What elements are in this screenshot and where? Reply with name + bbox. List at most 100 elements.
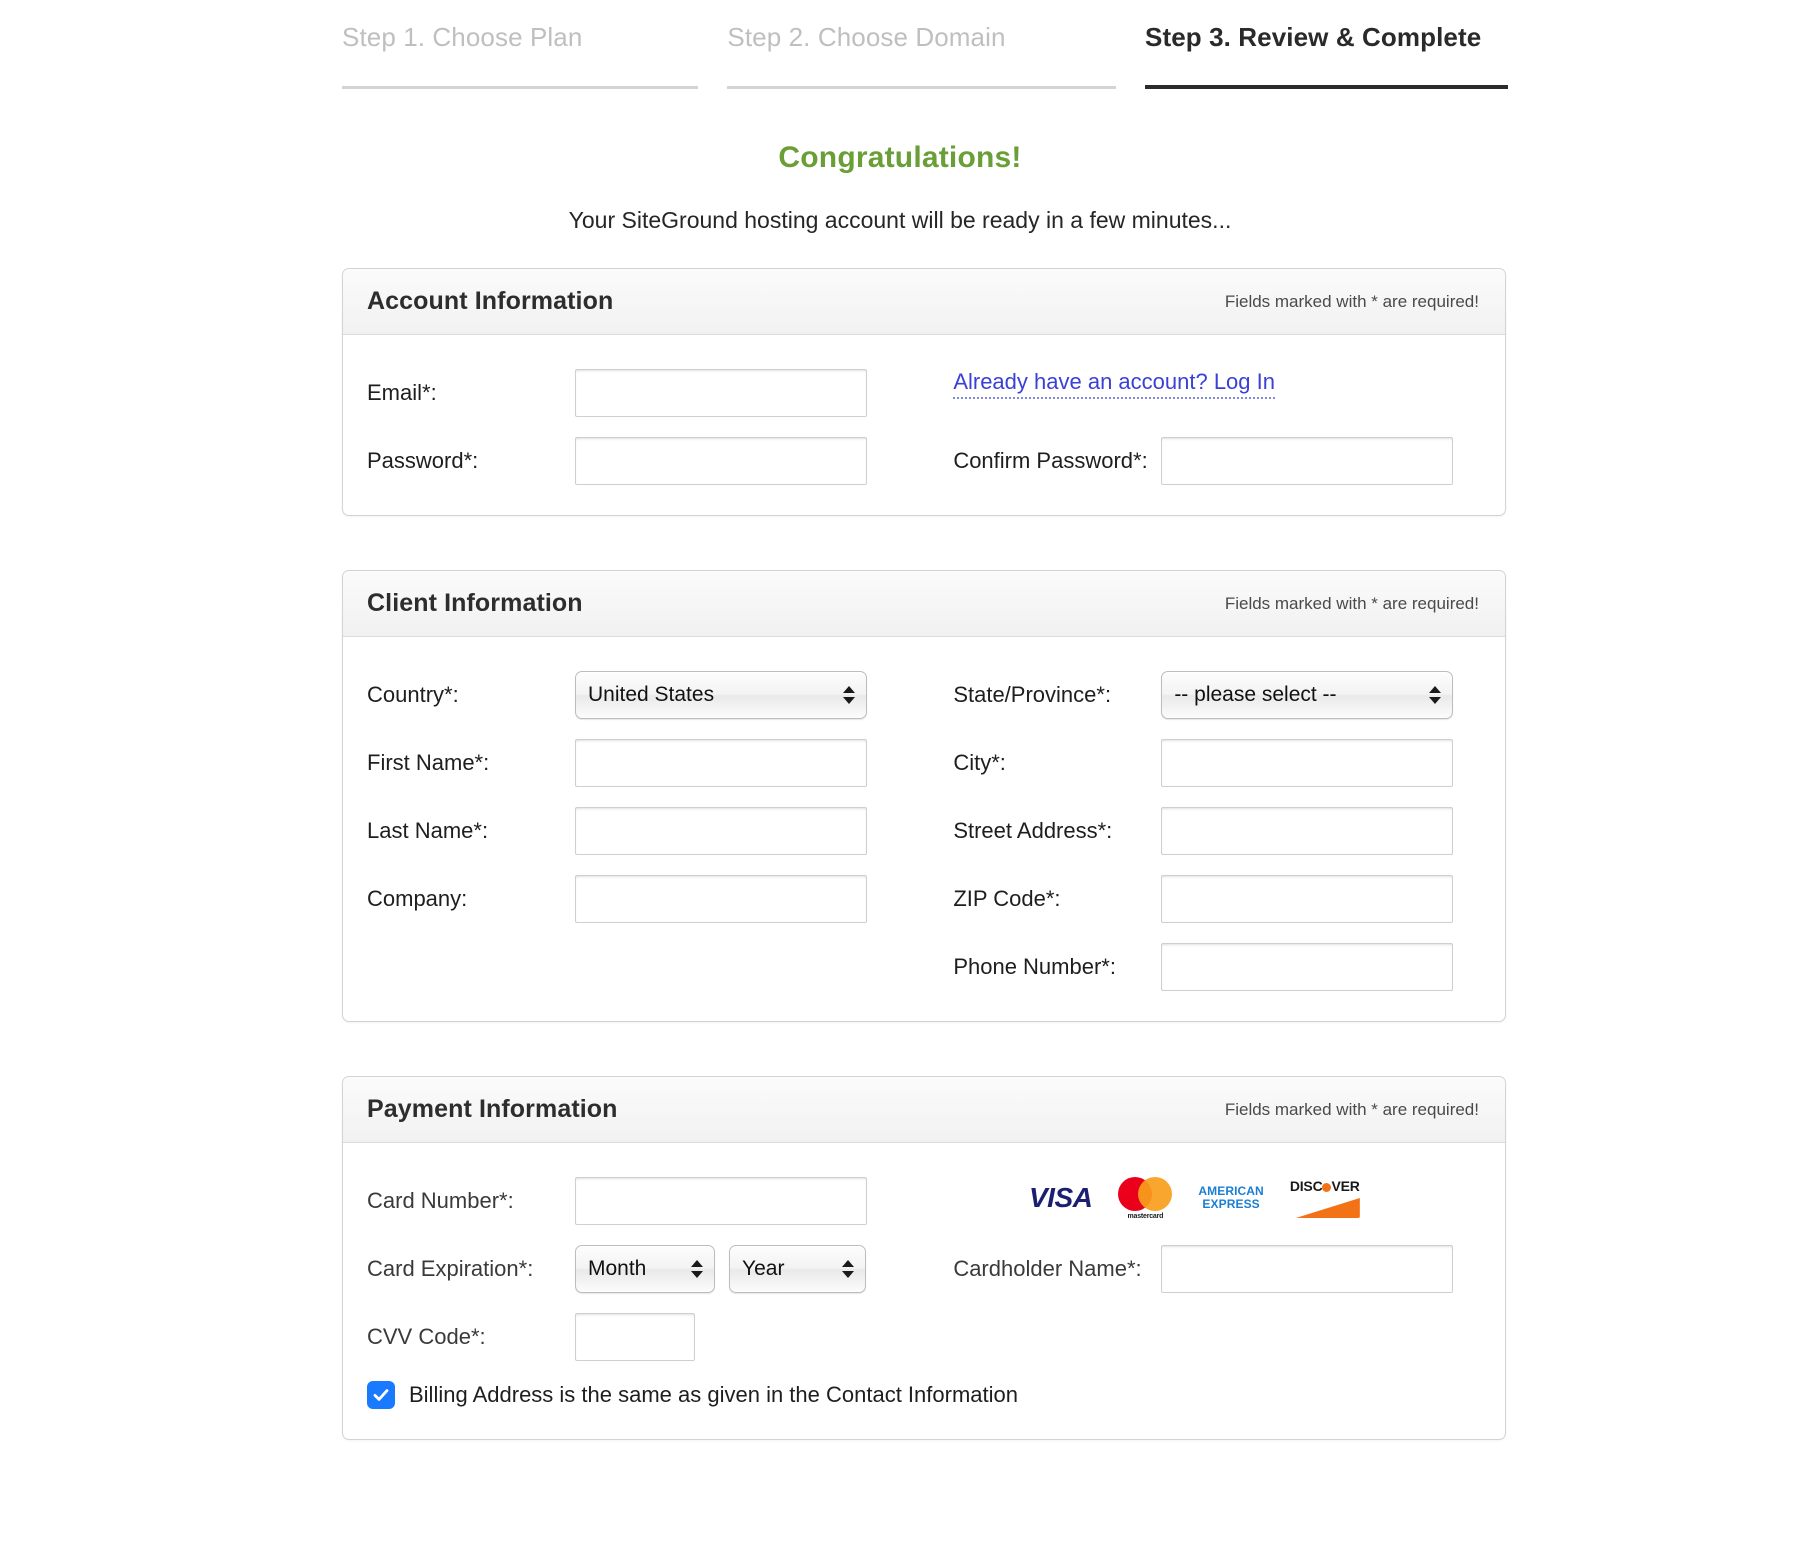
- required-fields-note: Fields marked with * are required!: [1224, 1099, 1479, 1119]
- billing-address-checkbox[interactable]: [367, 1381, 395, 1409]
- panel-body: Email*: Already have an account? Log In …: [343, 335, 1505, 515]
- card-expiration-field-group: Card Expiration*: Month Year: [367, 1245, 953, 1293]
- account-information-panel: Account Information Fields marked with *…: [342, 268, 1506, 516]
- step-spacer: [1116, 22, 1145, 89]
- step-tab-label: Step 2. Choose Domain: [727, 22, 1006, 52]
- phone-field-group: Phone Number*:: [953, 943, 1481, 991]
- accepted-card-logos: VISA mastercard AMERICAN EXPRESS DISC VER: [1029, 1177, 1362, 1220]
- step-tab-label: Step 1. Choose Plan: [342, 22, 583, 52]
- step-tab-label: Step 3. Review & Complete: [1145, 22, 1482, 52]
- login-link-group: Already have an account? Log In: [953, 369, 1481, 399]
- confirm-password-field-group: Confirm Password*:: [953, 437, 1481, 485]
- last-name-input[interactable]: [575, 807, 867, 855]
- state-select[interactable]: -- please select --: [1161, 671, 1454, 719]
- zip-label: ZIP Code*:: [953, 886, 1061, 911]
- discover-icon: DISC VER: [1290, 1178, 1362, 1218]
- company-field-group: Company:: [367, 875, 953, 923]
- password-input[interactable]: [575, 437, 867, 485]
- select-arrows-icon: [842, 1260, 854, 1278]
- phone-input[interactable]: [1161, 943, 1454, 991]
- panel-body: Country*: United States State/Province*:…: [343, 637, 1505, 1021]
- discover-pre: DISC: [1289, 1178, 1323, 1194]
- cvv-row: CVV Code*:: [367, 1313, 1481, 1361]
- login-link[interactable]: Already have an account? Log In: [953, 369, 1275, 399]
- mastercard-icon: mastercard: [1118, 1177, 1173, 1220]
- american-express-icon: AMERICAN EXPRESS: [1198, 1185, 1263, 1211]
- card-number-label: Card Number*:: [367, 1188, 514, 1213]
- discover-post: VER: [1331, 1178, 1360, 1194]
- country-select-value: United States: [588, 683, 715, 706]
- panel-title: Payment Information: [367, 1095, 618, 1123]
- confirm-password-input[interactable]: [1161, 437, 1454, 485]
- select-arrows-icon: [843, 686, 855, 704]
- cardholder-field-group: Cardholder Name*:: [953, 1245, 1481, 1293]
- state-select-value: -- please select --: [1174, 683, 1337, 706]
- month-select-value: Month: [588, 1257, 647, 1280]
- panel-header: Client Information Fields marked with * …: [343, 571, 1505, 637]
- cvv-input[interactable]: [575, 1313, 695, 1361]
- company-zip-row: Company: ZIP Code*:: [367, 875, 1481, 923]
- zip-input[interactable]: [1161, 875, 1454, 923]
- phone-label: Phone Number*:: [953, 954, 1116, 979]
- street-address-input[interactable]: [1161, 807, 1454, 855]
- last-name-field-group: Last Name*:: [367, 807, 953, 855]
- visa-icon: VISA: [1029, 1182, 1093, 1213]
- step-tab-choose-plan[interactable]: Step 1. Choose Plan: [342, 22, 699, 89]
- card-expiration-year-select[interactable]: Year: [729, 1245, 866, 1293]
- cardholder-input[interactable]: [1161, 1245, 1454, 1293]
- first-name-input[interactable]: [575, 739, 867, 787]
- card-expiration-row: Card Expiration*: Month Year Cardholder …: [367, 1245, 1481, 1293]
- checkout-page: Step 1. Choose Plan Step 2. Choose Domai…: [0, 0, 1800, 1440]
- billing-address-checkbox-label: Billing Address is the same as given in …: [409, 1382, 1018, 1407]
- client-information-panel: Client Information Fields marked with * …: [342, 570, 1506, 1022]
- amex-line2: EXPRESS: [1202, 1197, 1260, 1211]
- email-field-group: Email*:: [367, 369, 953, 417]
- lastname-street-row: Last Name*: Street Address*:: [367, 807, 1481, 855]
- panel-header: Payment Information Fields marked with *…: [343, 1077, 1505, 1143]
- first-name-label: First Name*:: [367, 750, 490, 775]
- country-select[interactable]: United States: [575, 671, 867, 719]
- panel-title: Account Information: [367, 287, 614, 315]
- company-label: Company:: [367, 886, 468, 911]
- check-icon: [373, 1389, 389, 1401]
- amex-line1: AMERICAN: [1198, 1184, 1264, 1199]
- panel-header: Account Information Fields marked with *…: [343, 269, 1505, 335]
- country-state-row: Country*: United States State/Province*:…: [367, 671, 1481, 719]
- required-fields-note: Fields marked with * are required!: [1224, 291, 1479, 311]
- required-fields-note: Fields marked with * are required!: [1224, 593, 1479, 613]
- email-input[interactable]: [575, 369, 867, 417]
- page-subtitle: Your SiteGround hosting account will be …: [568, 207, 1232, 233]
- mastercard-wordmark: mastercard: [1127, 1213, 1164, 1220]
- city-label: City*:: [953, 750, 1006, 775]
- city-input[interactable]: [1161, 739, 1454, 787]
- street-address-field-group: Street Address*:: [953, 807, 1481, 855]
- country-label: Country*:: [367, 682, 459, 707]
- state-label: State/Province*:: [953, 682, 1112, 707]
- step-spacer: [698, 22, 727, 89]
- email-row: Email*: Already have an account? Log In: [367, 369, 1481, 417]
- select-arrows-icon: [1429, 686, 1442, 704]
- confirm-password-label: Confirm Password*:: [953, 448, 1148, 473]
- cardholder-label: Cardholder Name*:: [953, 1256, 1142, 1281]
- card-expiration-month-select[interactable]: Month: [575, 1245, 715, 1293]
- step-tab-choose-domain[interactable]: Step 2. Choose Domain: [727, 22, 1116, 89]
- card-number-field-group: Card Number*:: [367, 1177, 967, 1225]
- email-label: Email*:: [367, 380, 437, 405]
- card-number-input[interactable]: [575, 1177, 867, 1225]
- cvv-label: CVV Code*:: [367, 1324, 486, 1349]
- panel-body: Card Number*: VISA mastercard AMERICAN E…: [343, 1143, 1505, 1439]
- zip-field-group: ZIP Code*:: [953, 875, 1481, 923]
- city-field-group: City*:: [953, 739, 1481, 787]
- billing-address-checkbox-row[interactable]: Billing Address is the same as given in …: [367, 1381, 1481, 1409]
- company-input[interactable]: [575, 875, 867, 923]
- password-label: Password*:: [367, 448, 479, 473]
- cvv-field-group: CVV Code*:: [367, 1313, 967, 1361]
- first-name-field-group: First Name*:: [367, 739, 953, 787]
- select-arrows-icon: [691, 1260, 703, 1278]
- state-field-group: State/Province*: -- please select --: [953, 671, 1481, 719]
- checkout-steps: Step 1. Choose Plan Step 2. Choose Domai…: [342, 0, 1508, 89]
- step-tab-review-complete[interactable]: Step 3. Review & Complete: [1145, 22, 1508, 89]
- card-number-row: Card Number*: VISA mastercard AMERICAN E…: [367, 1177, 1481, 1225]
- year-select-value: Year: [742, 1257, 785, 1280]
- country-field-group: Country*: United States: [367, 671, 953, 719]
